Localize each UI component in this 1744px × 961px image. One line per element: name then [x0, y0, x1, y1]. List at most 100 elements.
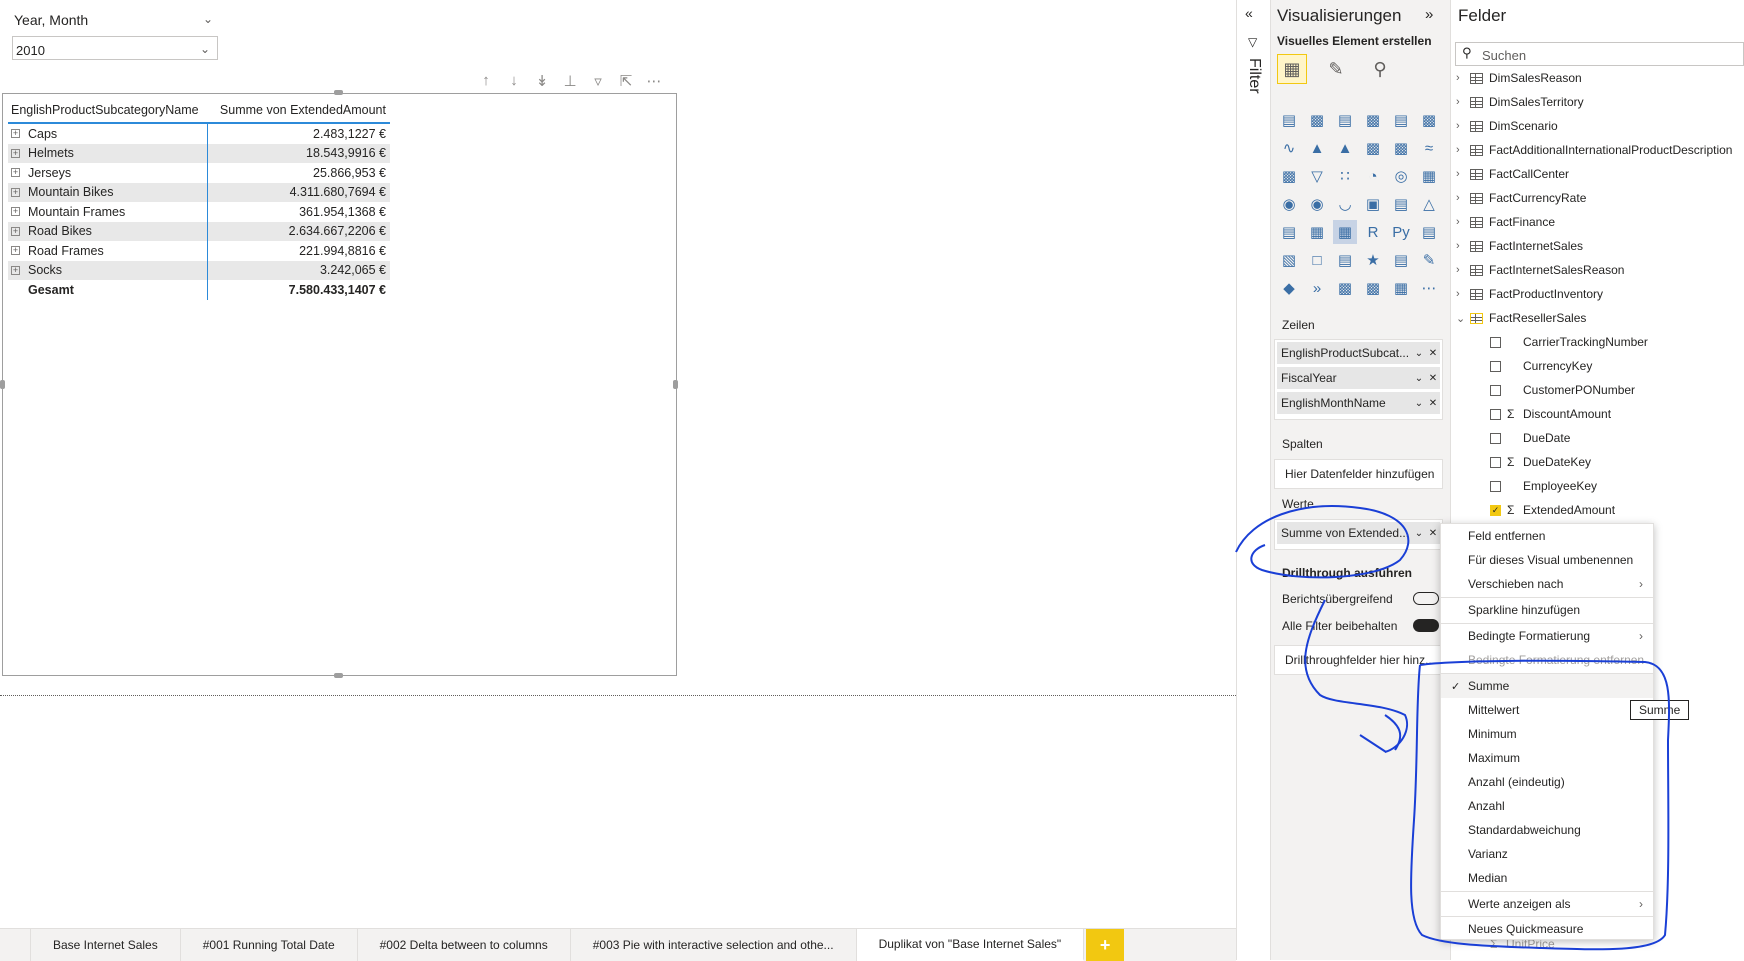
custom-visual-icon-2[interactable]: ▩ — [1333, 276, 1357, 300]
values-well[interactable]: Summe von Extended... ⌄ ✕ — [1274, 519, 1443, 550]
field-pill[interactable]: EnglishProductSubcat... ⌄ ✕ — [1277, 342, 1440, 364]
chevron-down-icon[interactable]: ⌄ — [200, 42, 210, 56]
tab-delta-columns[interactable]: #002 Delta between to columns — [358, 929, 571, 961]
multi-row-card-icon[interactable]: ▤ — [1389, 192, 1413, 216]
menu-item-agg-sum[interactable]: ✓ Summe — [1441, 674, 1653, 698]
field-pill[interactable]: Summe von Extended... ⌄ ✕ — [1277, 522, 1440, 544]
more-visuals-icon[interactable]: ⋯ — [1417, 276, 1441, 300]
donut-chart-icon[interactable]: ◎ — [1389, 164, 1413, 188]
menu-item-move-to[interactable]: Verschieben nach › — [1441, 572, 1653, 596]
decomposition-tree-icon[interactable]: ▧ — [1277, 248, 1301, 272]
menu-item-agg-count-distinct[interactable]: Anzahl (eindeutig) — [1441, 770, 1653, 794]
menu-item-show-values-as[interactable]: Werte anzeigen als › — [1441, 892, 1653, 916]
columns-well[interactable]: Hier Datenfelder hinzufügen — [1274, 459, 1443, 489]
stacked-area-icon[interactable]: ▲ — [1333, 136, 1357, 160]
clustered-column-icon[interactable]: ▩ — [1361, 108, 1385, 132]
close-icon[interactable]: ✕ — [1426, 528, 1440, 539]
filter-pane-collapsed[interactable] — [1236, 0, 1271, 960]
qa-icon[interactable]: □ — [1305, 248, 1329, 272]
map-icon[interactable]: ◉ — [1277, 192, 1301, 216]
column-header[interactable]: Summe von ExtendedAmount — [208, 103, 390, 117]
100-stacked-column-icon[interactable]: ▩ — [1417, 108, 1441, 132]
menu-item-agg-variance[interactable]: Varianz — [1441, 842, 1653, 866]
checkbox[interactable] — [1490, 384, 1501, 396]
python-visual-icon[interactable]: Py — [1389, 220, 1413, 244]
checkbox[interactable] — [1490, 480, 1501, 492]
resize-handle[interactable] — [0, 380, 5, 389]
menu-item-rename[interactable]: Für dieses Visual umbenennen — [1441, 548, 1653, 572]
line-column-icon[interactable]: ▩ — [1361, 136, 1385, 160]
area-chart-icon[interactable]: ▲ — [1305, 136, 1329, 160]
100-stacked-bar-icon[interactable]: ▤ — [1389, 108, 1413, 132]
power-apps-icon[interactable]: ✎ — [1417, 248, 1441, 272]
field-item[interactable]: EmployeeKey — [1490, 475, 1597, 497]
filter-pane-label[interactable]: Filter — [1245, 58, 1263, 94]
line-chart-icon[interactable]: ∿ — [1277, 136, 1301, 160]
scatter-icon[interactable]: ∷ — [1333, 164, 1357, 188]
slicer-icon[interactable]: ▤ — [1277, 220, 1301, 244]
checkbox[interactable] — [1490, 432, 1501, 444]
field-item[interactable]: CurrencyKey — [1490, 355, 1592, 377]
chevron-down-icon[interactable]: ⌄ — [1412, 373, 1426, 384]
filter-icon[interactable]: ▿ — [590, 72, 606, 90]
field-table-expanded[interactable]: ⌄ FactResellerSales — [1456, 307, 1586, 329]
r-visual-icon[interactable]: R — [1361, 220, 1385, 244]
column-header[interactable]: EnglishProductSubcategoryName — [8, 103, 208, 117]
custom-visual-icon[interactable]: » — [1305, 276, 1329, 300]
field-pill[interactable]: FiscalYear ⌄ ✕ — [1277, 367, 1440, 389]
analytics-icon[interactable]: ⚲ — [1365, 54, 1395, 84]
menu-item-agg-stddev[interactable]: Standardabweichung — [1441, 818, 1653, 842]
field-item[interactable]: Σ DueDateKey — [1490, 451, 1591, 473]
field-item[interactable]: ✓ Σ ExtendedAmount — [1490, 499, 1615, 521]
drill-down-icon[interactable]: ↓ — [506, 72, 522, 90]
filled-map-icon[interactable]: ◉ — [1305, 192, 1329, 216]
menu-item-agg-median[interactable]: Median — [1441, 866, 1653, 890]
line-clustered-column-icon[interactable]: ▩ — [1389, 136, 1413, 160]
field-table[interactable]: › DimSalesTerritory — [1456, 91, 1584, 113]
tab-base-internet-sales[interactable]: Base Internet Sales — [31, 929, 181, 961]
add-page-button[interactable]: + — [1086, 929, 1125, 961]
menu-item-agg-maximum[interactable]: Maximum — [1441, 746, 1653, 770]
keep-filters-toggle[interactable] — [1413, 619, 1439, 632]
resize-handle[interactable] — [334, 90, 343, 95]
resize-handle[interactable] — [334, 673, 343, 678]
expand-plus-icon[interactable]: + — [11, 226, 20, 236]
kpi-icon[interactable]: △ — [1417, 192, 1441, 216]
build-visual-icon[interactable]: ▦ — [1277, 54, 1307, 84]
clustered-bar-icon[interactable]: ▤ — [1333, 108, 1357, 132]
tab-duplicate-base[interactable]: Duplikat von "Base Internet Sales" — [856, 929, 1085, 961]
chevron-down-icon[interactable]: ⌄ — [1412, 348, 1426, 359]
format-visual-icon[interactable]: ✎ — [1321, 54, 1351, 84]
expand-plus-icon[interactable]: + — [11, 148, 20, 158]
menu-item-sparkline[interactable]: Sparkline hinzufügen — [1441, 598, 1653, 622]
menu-item-agg-minimum[interactable]: Minimum — [1441, 722, 1653, 746]
expand-plus-icon[interactable]: + — [11, 246, 20, 256]
expand-hierarchy-icon[interactable]: ⊥ — [562, 72, 578, 90]
field-table[interactable]: › FactCallCenter — [1456, 163, 1569, 185]
checkbox[interactable] — [1490, 456, 1501, 468]
checkbox[interactable] — [1490, 360, 1501, 372]
funnel-icon[interactable]: ▽ — [1305, 164, 1329, 188]
close-icon[interactable]: ✕ — [1426, 398, 1440, 409]
key-influencers-icon[interactable]: ▤ — [1417, 220, 1441, 244]
pie-chart-icon[interactable]: ◔ — [1361, 164, 1385, 188]
checkbox[interactable] — [1490, 408, 1501, 420]
expand-plus-icon[interactable]: + — [11, 187, 20, 197]
more-options-icon[interactable]: ⋯ — [646, 72, 662, 90]
checkbox[interactable] — [1490, 336, 1501, 348]
gauge-icon[interactable]: ◡ — [1333, 192, 1357, 216]
next-level-icon[interactable]: ↡ — [534, 72, 550, 90]
drill-up-icon[interactable]: ↑ — [478, 72, 494, 90]
custom-visual-icon-3[interactable]: ▩ — [1361, 276, 1385, 300]
close-icon[interactable]: ✕ — [1426, 348, 1440, 359]
checkbox-checked[interactable]: ✓ — [1490, 504, 1501, 516]
stacked-bar-icon[interactable]: ▤ — [1277, 108, 1301, 132]
field-table[interactable]: › FactInternetSales — [1456, 235, 1583, 257]
custom-visual-icon-4[interactable]: ▦ — [1389, 276, 1413, 300]
tab-pie-interactive[interactable]: #003 Pie with interactive selection and … — [571, 929, 857, 961]
field-table[interactable]: › FactFinance — [1456, 211, 1555, 233]
field-table[interactable]: › FactInternetSalesReason — [1456, 259, 1624, 281]
field-item[interactable]: Σ DiscountAmount — [1490, 403, 1611, 425]
drillthrough-well[interactable]: Drillthroughfelder hier hinz... — [1274, 645, 1443, 675]
table-icon[interactable]: ▦ — [1305, 220, 1329, 244]
